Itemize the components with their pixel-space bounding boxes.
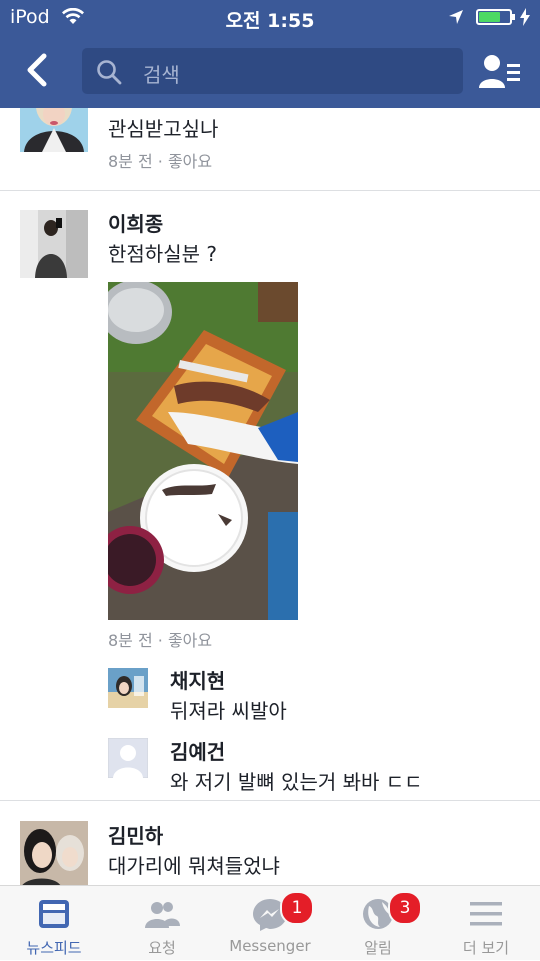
back-chevron-icon[interactable]	[22, 52, 54, 88]
newsfeed-icon	[36, 896, 72, 932]
tab-newsfeed[interactable]: 뉴스피드	[0, 886, 108, 961]
top-navigation-bar: iPod 오전 1:55 검색	[0, 0, 540, 108]
divider	[0, 800, 540, 801]
charging-bolt-icon	[519, 8, 531, 30]
avatar[interactable]	[20, 821, 88, 885]
notifications-badge: 3	[388, 891, 422, 925]
comment-meta[interactable]: 8분 전 · 좋아요	[108, 148, 212, 172]
friends-list-icon[interactable]	[478, 52, 522, 92]
bottom-tab-bar: 뉴스피드 요청 1 Messenger 3 알림 더 보기	[0, 885, 540, 960]
tab-requests[interactable]: 요청	[108, 886, 216, 961]
tab-label: 뉴스피드	[26, 939, 82, 957]
reply-text: 와 저기 발뼈 있는거 봐바 ㄷㄷ	[170, 770, 423, 794]
avatar[interactable]	[20, 108, 88, 152]
comment-text: 대가리에 뭐쳐들었냐	[108, 854, 280, 878]
tab-label: Messenger	[229, 937, 311, 955]
tab-messenger[interactable]: 1 Messenger	[216, 886, 324, 961]
friend-requests-icon	[144, 896, 180, 932]
avatar[interactable]	[20, 210, 88, 278]
comment-photo[interactable]	[108, 282, 298, 620]
tab-label: 요청	[148, 939, 176, 957]
status-bar: iPod 오전 1:55	[0, 0, 540, 36]
comment-meta[interactable]: 8분 전 · 좋아요	[108, 627, 212, 651]
tab-label: 더 보기	[462, 939, 510, 957]
reply-text: 뒤져라 씨발아	[170, 699, 287, 723]
tab-more[interactable]: 더 보기	[432, 886, 540, 961]
comment-text: 한점하실분 ?	[108, 242, 217, 266]
commenter-name[interactable]: 김민하	[108, 820, 163, 849]
reply-name[interactable]: 김예건	[170, 736, 225, 765]
reply-avatar-placeholder[interactable]	[108, 738, 148, 778]
comment-text: 관심받고싶나	[108, 117, 219, 141]
search-input[interactable]: 검색	[82, 48, 463, 94]
more-menu-icon	[468, 896, 504, 932]
tab-notifications[interactable]: 3 알림	[324, 886, 432, 961]
search-icon	[96, 59, 122, 89]
location-arrow-icon	[448, 9, 464, 29]
reply-name[interactable]: 채지현	[170, 665, 225, 694]
messenger-badge: 1	[280, 891, 314, 925]
search-placeholder: 검색	[143, 63, 180, 87]
tab-label: 알림	[364, 939, 392, 957]
comments-list: 관심받고싶나 8분 전 · 좋아요 이희종 한점하실분 ? 8분 전 · 좋아요…	[0, 108, 540, 885]
divider	[0, 190, 540, 191]
battery-level	[479, 12, 500, 22]
reply-avatar[interactable]	[108, 668, 148, 708]
battery-icon	[476, 9, 512, 25]
battery-nub	[512, 14, 515, 20]
commenter-name[interactable]: 이희종	[108, 208, 163, 237]
